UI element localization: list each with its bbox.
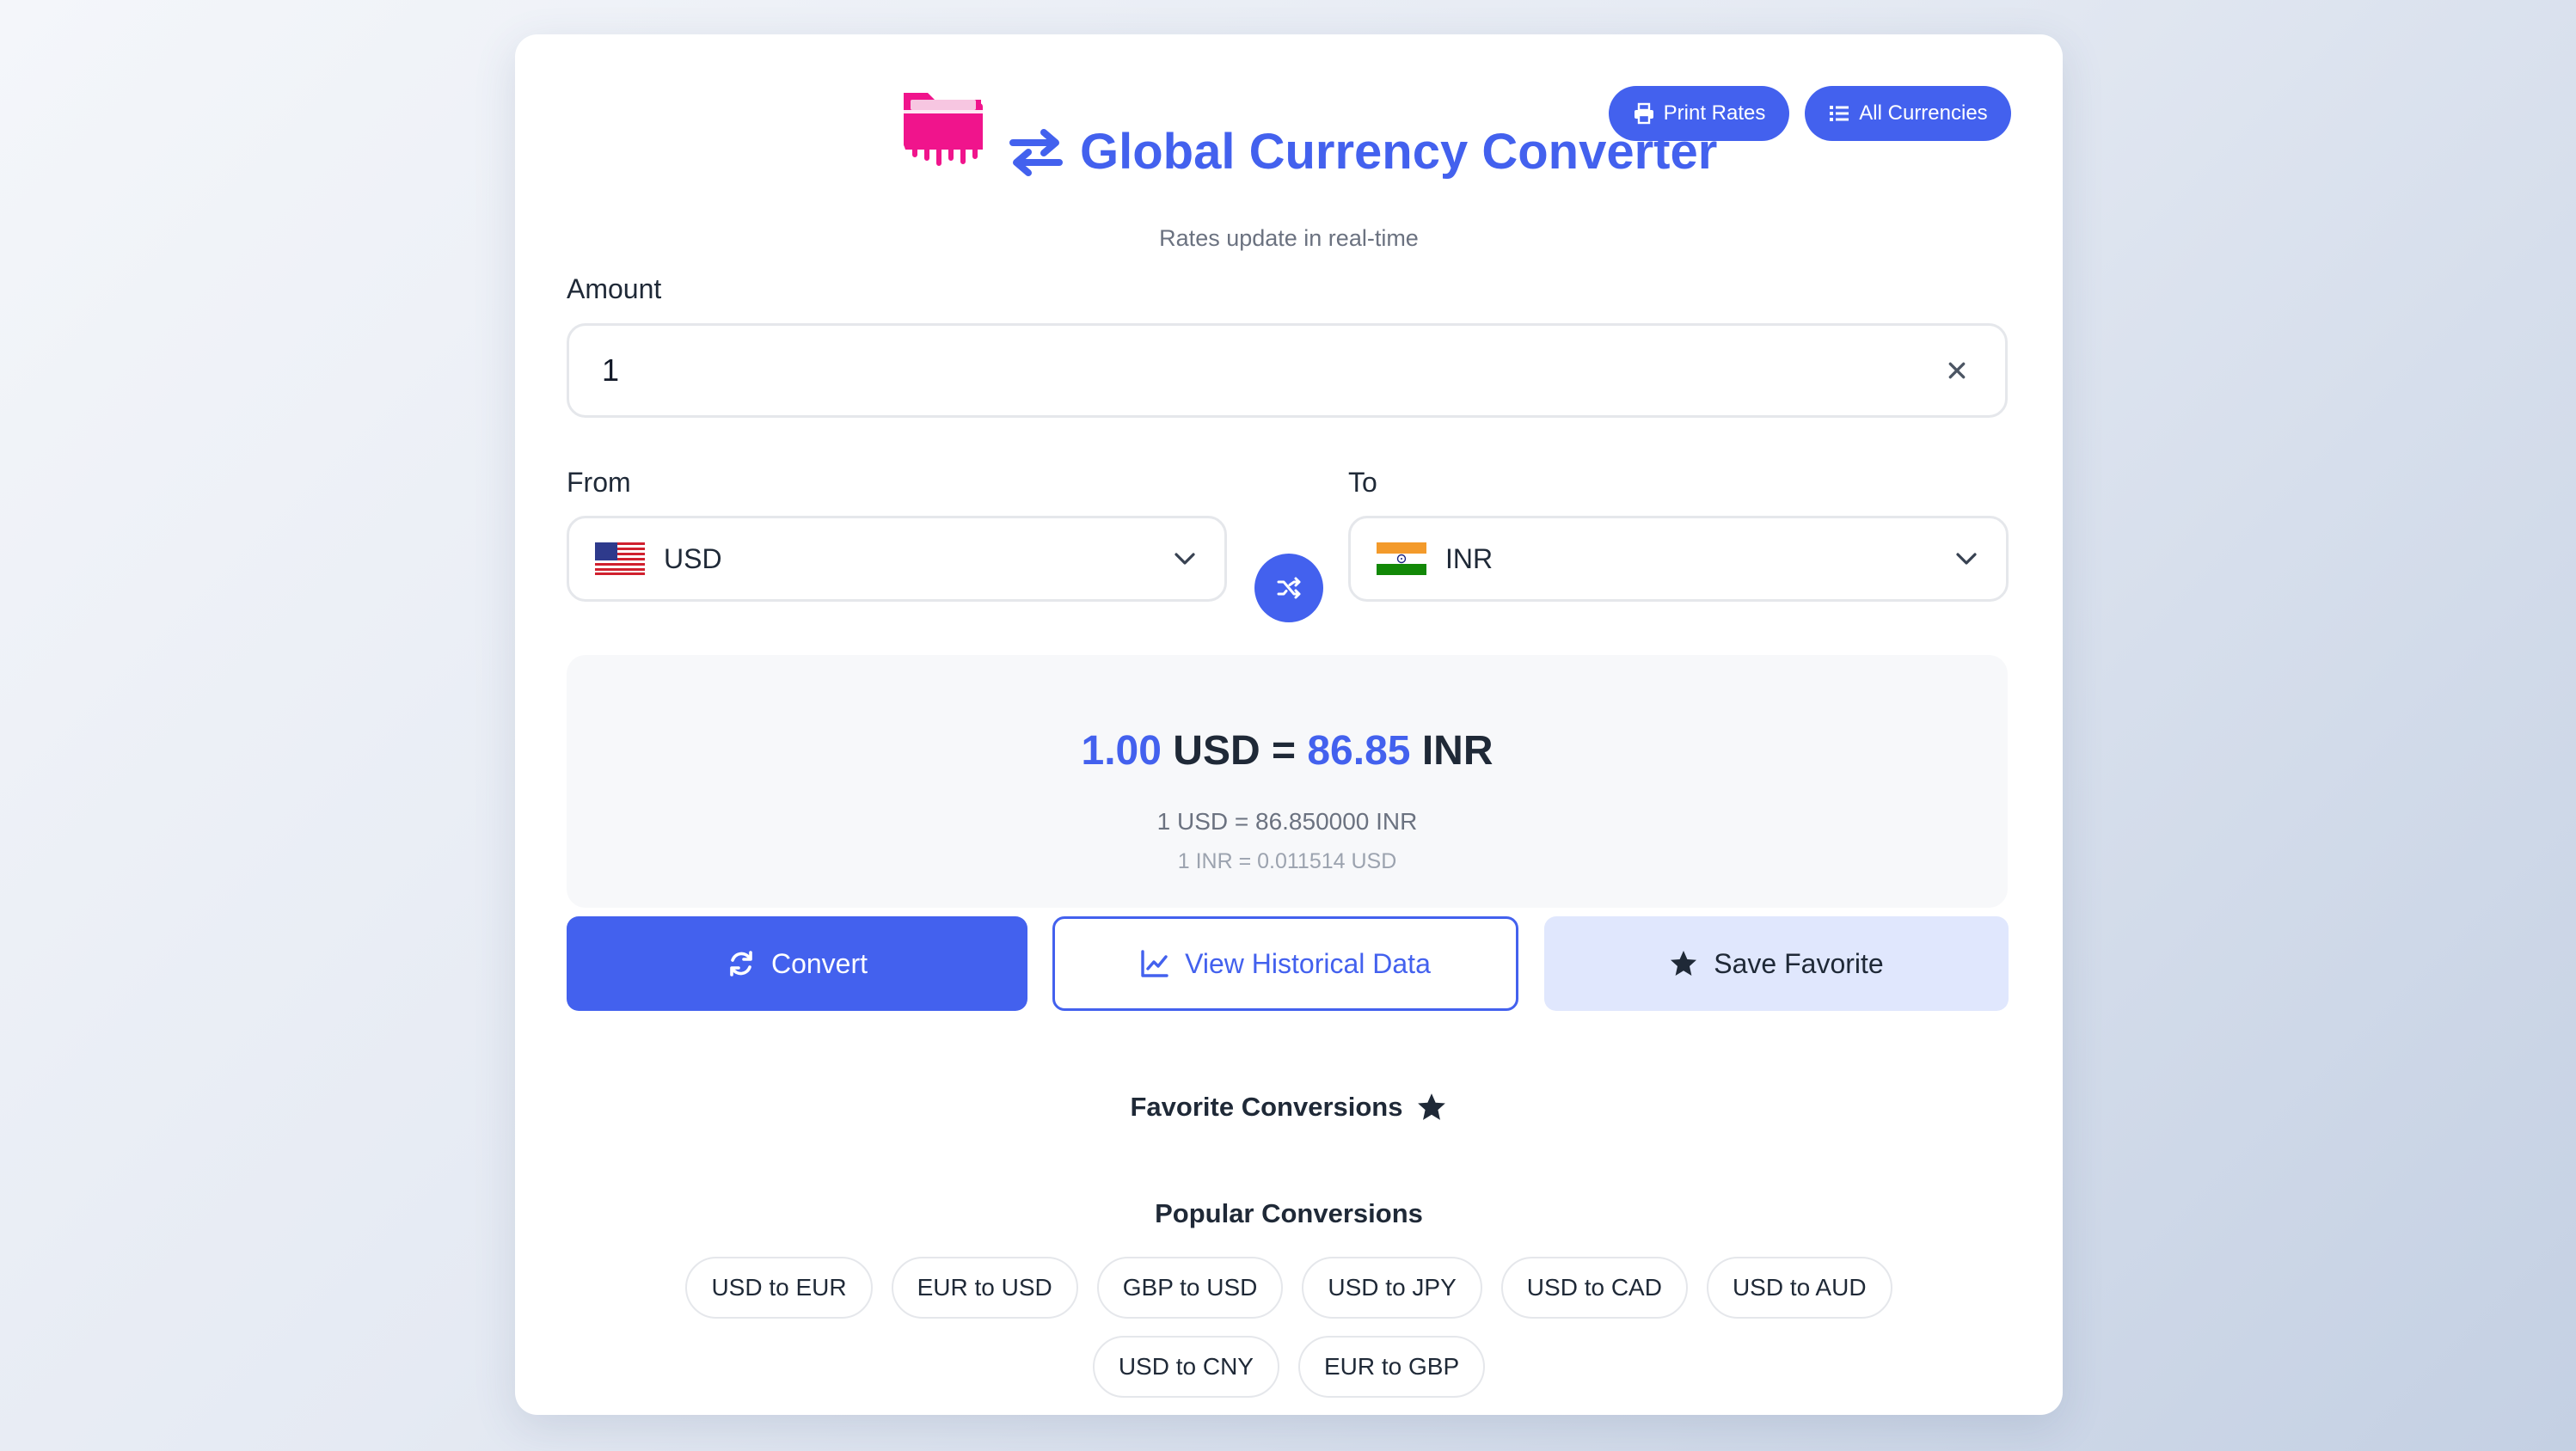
popular-conversions-list: USD to EUR EUR to USD GBP to USD USD to … bbox=[601, 1257, 1977, 1398]
amount-input[interactable] bbox=[600, 352, 1940, 389]
favorite-conversions-title: Favorite Conversions bbox=[1130, 1092, 1403, 1122]
to-label: To bbox=[1348, 467, 1377, 498]
result-equals: = bbox=[1271, 728, 1296, 774]
popular-conversion-chip[interactable]: USD to CNY bbox=[1092, 1336, 1279, 1398]
star-icon bbox=[1418, 1093, 1446, 1120]
popular-conversions-heading: Popular Conversions bbox=[1155, 1198, 1423, 1228]
converter-card: Global Currency Converter Rates update i… bbox=[515, 34, 2063, 1415]
forward-rate: 1 USD = 86.850000 INR bbox=[1156, 808, 1418, 835]
refresh-icon bbox=[730, 951, 752, 977]
inverse-rate: 1 INR = 0.011514 USD bbox=[1177, 849, 1397, 873]
result-from-amount: 1.00 bbox=[1081, 728, 1162, 774]
convert-button[interactable]: Convert bbox=[567, 916, 1027, 1011]
print-rates-label: Print Rates bbox=[1663, 101, 1766, 125]
to-currency-select[interactable]: INR bbox=[1348, 516, 2009, 602]
favorite-conversions-heading: Favorite Conversions bbox=[515, 1092, 2063, 1123]
close-icon bbox=[1948, 362, 1966, 379]
result-to-amount: 86.85 bbox=[1307, 728, 1411, 774]
swap-currencies-button[interactable] bbox=[1254, 554, 1323, 622]
us-flag-icon bbox=[595, 542, 645, 575]
popular-conversion-chip[interactable]: USD to AUD bbox=[1706, 1257, 1892, 1319]
from-currency-code: USD bbox=[664, 542, 722, 574]
title-row: Global Currency Converter bbox=[1009, 127, 1717, 177]
clear-amount-button[interactable] bbox=[1940, 353, 1974, 388]
view-historical-data-button[interactable]: View Historical Data bbox=[1052, 916, 1518, 1011]
exchange-arrows-icon bbox=[1009, 129, 1063, 176]
popular-conversion-chip[interactable]: USD to EUR bbox=[685, 1257, 873, 1319]
convert-label: Convert bbox=[770, 947, 868, 979]
list-icon bbox=[1830, 106, 1849, 121]
amount-label: Amount bbox=[567, 273, 662, 304]
in-flag-icon bbox=[1377, 542, 1426, 575]
to-currency-code: INR bbox=[1445, 542, 1493, 574]
shuffle-icon bbox=[1277, 577, 1301, 599]
line-chart-icon bbox=[1141, 950, 1168, 977]
print-rates-button[interactable]: Print Rates bbox=[1609, 86, 1789, 141]
result-to-code: INR bbox=[1421, 728, 1493, 774]
page-subtitle: Rates update in real-time bbox=[1159, 225, 1419, 251]
popular-conversion-chip[interactable]: USD to CAD bbox=[1500, 1257, 1688, 1319]
result-panel: 1.00 USD = 86.85 INR 1 USD = 86.850000 I… bbox=[567, 655, 2008, 908]
save-favorite-label: Save Favorite bbox=[1714, 947, 1884, 979]
all-currencies-label: All Currencies bbox=[1859, 101, 1988, 125]
result-from-code: USD bbox=[1173, 728, 1260, 774]
save-favorite-button[interactable]: Save Favorite bbox=[1544, 916, 2009, 1011]
view-historical-data-label: View Historical Data bbox=[1185, 947, 1431, 979]
all-currencies-button[interactable]: All Currencies bbox=[1805, 86, 2011, 141]
popular-conversion-chip[interactable]: EUR to GBP bbox=[1297, 1336, 1486, 1398]
chevron-down-icon bbox=[1956, 553, 1977, 565]
star-icon bbox=[1671, 951, 1697, 976]
popular-conversion-chip[interactable]: USD to JPY bbox=[1302, 1257, 1482, 1319]
folder-logo-icon bbox=[904, 93, 983, 166]
amount-field-wrapper bbox=[567, 323, 2008, 418]
from-currency-select[interactable]: USD bbox=[567, 516, 1227, 602]
printer-icon bbox=[1634, 102, 1653, 125]
from-label: From bbox=[567, 467, 631, 498]
popular-conversion-chip[interactable]: GBP to USD bbox=[1096, 1257, 1284, 1319]
popular-conversion-chip[interactable]: EUR to USD bbox=[891, 1257, 1078, 1319]
conversion-result: 1.00 USD = 86.85 INR bbox=[567, 728, 2008, 774]
chevron-down-icon bbox=[1175, 553, 1195, 565]
